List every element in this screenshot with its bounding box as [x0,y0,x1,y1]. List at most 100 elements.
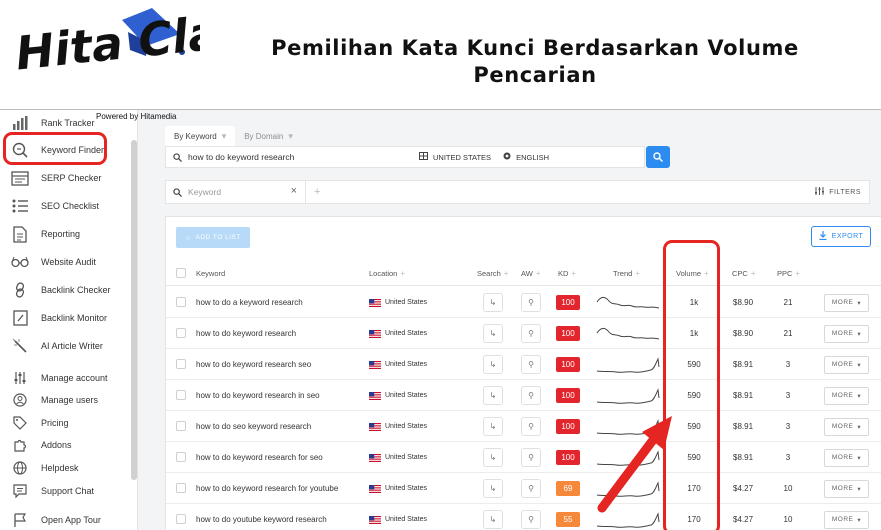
keyword-cell[interactable]: how to do seo keyword research [196,411,311,442]
search-action-button[interactable]: ↳ [483,355,503,374]
table-row[interactable]: how to do a keyword research United Stat… [166,287,881,318]
close-icon[interactable]: × [291,185,297,197]
header-location[interactable]: Location + [369,269,405,278]
keyword-cell[interactable]: how to do keyword research for seo [196,442,323,473]
search-input[interactable]: how to do keyword research [188,152,413,162]
search-action-button[interactable]: ↳ [483,386,503,405]
header-search[interactable]: Search + [477,269,508,278]
table-row[interactable]: how to do keyword research for youtube U… [166,473,881,504]
sidebar-item-website-audit[interactable]: Website Audit [0,251,130,273]
row-checkbox[interactable] [176,452,186,462]
keyword-cell[interactable]: how to do keyword research in seo [196,380,320,411]
aw-action-button[interactable]: ⚲ [521,324,541,343]
aw-action-button[interactable]: ⚲ [521,355,541,374]
reply-arrow-icon: ↳ [489,298,497,307]
sidebar-item-support-chat[interactable]: Support Chat [0,480,130,502]
location-cell: United States [369,287,427,318]
keyword-filter-field[interactable]: Keyword × [166,181,306,203]
row-checkbox[interactable] [176,514,186,524]
search-cell: ↳ [483,318,503,349]
keyword-cell[interactable]: how to do keyword research [196,318,296,349]
us-flag-icon [369,298,381,307]
aw-action-button[interactable]: ⚲ [521,417,541,436]
trend-sparkline [596,356,660,373]
sidebar-item-backlink-checker[interactable]: Backlink Checker [0,279,130,301]
header-ppc[interactable]: PPC + [777,269,800,278]
more-button[interactable]: MORE ▾ [824,355,869,374]
export-button[interactable]: EXPORT [811,226,871,247]
search-action-button[interactable]: ↳ [483,510,503,529]
language-select[interactable]: ENGLISH [503,152,549,162]
sidebar-item-manage-users[interactable]: Manage users [0,389,130,411]
sidebar-item-serp-checker[interactable]: SERP Checker [0,167,130,189]
row-checkbox[interactable] [176,359,186,369]
add-filter-icon[interactable]: + [314,186,320,198]
more-button[interactable]: MORE ▾ [824,479,869,498]
sidebar-item-label: Addons [41,440,72,450]
table-row[interactable]: how to do keyword research in seo United… [166,380,881,411]
search-icon: ⚲ [528,329,534,338]
search-action-button[interactable]: ↳ [483,448,503,467]
header-aw[interactable]: AW + [521,269,540,278]
aw-action-button[interactable]: ⚲ [521,293,541,312]
sidebar-item-label: Backlink Checker [41,285,111,295]
powered-by-text: Powered by Hitamedia [96,112,177,121]
sidebar-item-manage-account[interactable]: Manage account [0,367,130,389]
sidebar-scrollbar[interactable] [131,140,137,480]
more-button[interactable]: MORE ▾ [824,324,869,343]
aw-action-button[interactable]: ⚲ [521,386,541,405]
kd-cell: 100 [556,380,580,411]
add-to-list-button[interactable]: ☆ ADD TO LIST [176,227,250,248]
tab-by-domain[interactable]: By Domain ▾ [235,126,302,146]
keyword-cell[interactable]: how to do keyword research for youtube [196,473,338,504]
table-row[interactable]: how to do keyword research for seo Unite… [166,442,881,473]
row-checkbox[interactable] [176,421,186,431]
table-row[interactable]: how to do keyword research United States… [166,318,881,349]
row-checkbox[interactable] [176,390,186,400]
keyword-cell[interactable]: how to do youtube keyword research [196,504,327,530]
sidebar-item-reporting[interactable]: Reporting [0,223,130,245]
row-checkbox[interactable] [176,328,186,338]
table-row[interactable]: how to do keyword research seo United St… [166,349,881,380]
sidebar-item-backlink-monitor[interactable]: Backlink Monitor [0,307,130,329]
filters-button[interactable]: FILTERS [815,187,861,197]
tab-by-keyword[interactable]: By Keyword ▾ [165,126,236,146]
select-all-checkbox[interactable] [176,268,186,278]
sidebar-item-seo-checklist[interactable]: SEO Checklist [0,195,130,217]
sidebar-item-helpdesk[interactable]: Helpdesk [0,457,130,479]
row-checkbox[interactable] [176,483,186,493]
chevron-down-icon: ▾ [857,454,862,462]
header-keyword[interactable]: Keyword [196,269,225,278]
sidebar-item-pricing[interactable]: Pricing [0,412,130,434]
chevron-down-icon: ▾ [221,130,227,141]
search-action-button[interactable]: ↳ [483,479,503,498]
aw-cell: ⚲ [521,411,541,442]
sidebar-item-open-app-tour[interactable]: Open App Tour [0,509,130,530]
ppc-cell: 3 [785,453,791,462]
aw-action-button[interactable]: ⚲ [521,479,541,498]
header-cpc[interactable]: CPC + [732,269,756,278]
more-button[interactable]: MORE ▾ [824,386,869,405]
more-button[interactable]: MORE ▾ [824,293,869,312]
keyword-cell[interactable]: how to do keyword research seo [196,349,311,380]
sidebar-item-ai-article-writer[interactable]: AI Article Writer [0,335,130,357]
sidebar-item-addons[interactable]: Addons [0,434,130,456]
row-checkbox[interactable] [176,297,186,307]
keyword-cell[interactable]: how to do a keyword research [196,287,303,318]
table-row[interactable]: how to do youtube keyword research Unite… [166,504,881,530]
search-icon: ⚲ [528,453,534,462]
search-action-button[interactable]: ↳ [483,324,503,343]
aw-action-button[interactable]: ⚲ [521,510,541,529]
country-select[interactable]: UNITED STATES [419,152,491,162]
more-button[interactable]: MORE ▾ [824,448,869,467]
search-button[interactable] [646,146,670,168]
aw-action-button[interactable]: ⚲ [521,448,541,467]
more-button[interactable]: MORE ▾ [824,510,869,529]
table-row[interactable]: how to do seo keyword research United St… [166,411,881,442]
search-action-button[interactable]: ↳ [483,293,503,312]
search-action-button[interactable]: ↳ [483,417,503,436]
header-trend[interactable]: Trend + [613,269,640,278]
header-kd[interactable]: KD + [558,269,576,278]
more-button[interactable]: MORE ▾ [824,417,869,436]
sidebar: Rank Tracker Keyword Finder SERP Checker… [0,110,138,530]
